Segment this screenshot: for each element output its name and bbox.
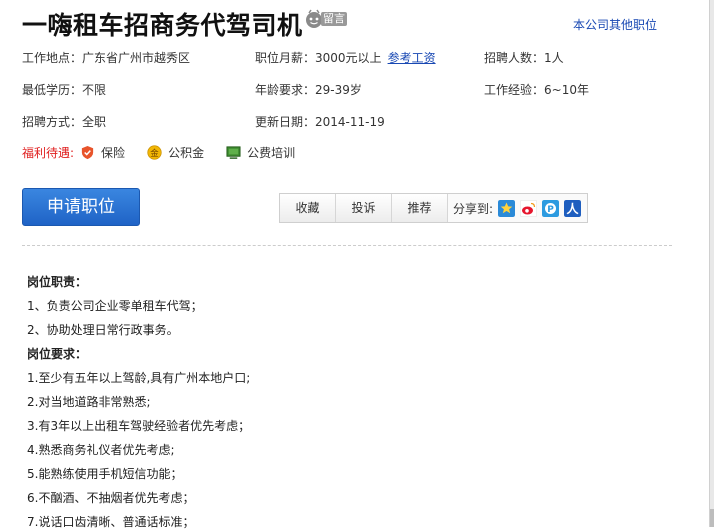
education-label: 最低学历： bbox=[22, 83, 83, 97]
description-line: 岗位要求： bbox=[27, 347, 88, 361]
age-value: 29-39岁 bbox=[315, 83, 362, 97]
age-label: 年龄要求： bbox=[255, 83, 316, 97]
description-line: 5.能熟练使用手机短信功能； bbox=[27, 467, 183, 481]
welfare-item-label: 保险 bbox=[101, 146, 126, 160]
location-field: 工作地点：广东省广州市越秀区 bbox=[22, 49, 190, 66]
complain-button[interactable]: 投诉 bbox=[336, 194, 392, 222]
section-divider bbox=[22, 245, 672, 246]
apply-button[interactable]: 申请职位 bbox=[22, 188, 140, 226]
age-field: 年龄要求：29-39岁 bbox=[255, 81, 362, 98]
description-line: 2.对当地道路非常熟悉; bbox=[27, 395, 151, 409]
headcount-field: 招聘人数：1人 bbox=[484, 49, 564, 66]
insurance-icon bbox=[81, 145, 94, 160]
employment-field: 招聘方式：全职 bbox=[22, 113, 106, 130]
scrollbar[interactable] bbox=[709, 0, 714, 527]
gold-coin-icon: 金 bbox=[147, 145, 162, 160]
share-label: 分享到: bbox=[453, 201, 494, 216]
description-line: 6.不酗酒、不抽烟者优先考虑； bbox=[27, 491, 195, 505]
action-bar: 收藏 投诉 推荐 分享到: P 人 bbox=[279, 193, 588, 223]
education-field: 最低学历：不限 bbox=[22, 81, 106, 98]
recommend-button[interactable]: 推荐 bbox=[392, 194, 448, 222]
updated-label: 更新日期： bbox=[255, 115, 316, 129]
message-button[interactable]: 留言 bbox=[304, 8, 348, 30]
headcount-label: 招聘人数： bbox=[484, 51, 545, 65]
other-positions-link[interactable]: 本公司其他职位 bbox=[573, 16, 657, 33]
weibo-share-icon[interactable] bbox=[520, 199, 538, 217]
updated-field: 更新日期：2014-11-19 bbox=[255, 113, 385, 130]
pengyou-share-icon[interactable]: P bbox=[542, 199, 560, 217]
description-line: 4.熟悉商务礼仪者优先考虑; bbox=[27, 443, 175, 457]
salary-value: 3000元以上 bbox=[315, 51, 382, 65]
scrollbar-thumb[interactable] bbox=[710, 509, 714, 527]
renren-share-icon[interactable]: 人 bbox=[564, 199, 582, 217]
education-value: 不限 bbox=[82, 83, 107, 97]
experience-value: 6~10年 bbox=[544, 83, 589, 97]
salary-label: 职位月薪： bbox=[255, 51, 316, 65]
description-line: 岗位职责： bbox=[27, 275, 88, 289]
location-label: 工作地点： bbox=[22, 51, 83, 65]
description-line: 1.至少有五年以上驾龄,具有广州本地户口; bbox=[27, 371, 251, 385]
description-line: 1、负责公司企业零单租车代驾； bbox=[27, 299, 203, 313]
welfare-row: 福利待遇: 保险 金 公积金 公费培训 bbox=[22, 144, 317, 161]
headcount-value: 1人 bbox=[544, 51, 564, 65]
job-title: 一嗨租车招商务代驾司机 bbox=[22, 11, 303, 40]
welfare-item-label: 公费培训 bbox=[247, 146, 296, 160]
training-board-icon bbox=[226, 146, 241, 159]
welfare-item-label: 公积金 bbox=[168, 146, 205, 160]
description-line: 7.说话口齿清晰、普通话标准； bbox=[27, 515, 195, 529]
welfare-item-insurance: 保险 bbox=[80, 144, 125, 161]
description-line: 2、协助处理日常行政事务。 bbox=[27, 323, 179, 337]
favorite-button[interactable]: 收藏 bbox=[280, 194, 336, 222]
svg-text:人: 人 bbox=[567, 201, 580, 216]
employment-label: 招聘方式： bbox=[22, 115, 83, 129]
qzone-share-icon[interactable] bbox=[498, 199, 516, 217]
salary-reference-link[interactable]: 参考工资 bbox=[388, 51, 436, 65]
welfare-item-training: 公费培训 bbox=[226, 144, 295, 161]
svg-text:P: P bbox=[547, 205, 554, 215]
experience-field: 工作经验：6~10年 bbox=[484, 81, 589, 98]
welfare-item-housing-fund: 金 公积金 bbox=[147, 144, 204, 161]
experience-label: 工作经验： bbox=[484, 83, 545, 97]
employment-value: 全职 bbox=[82, 115, 107, 129]
message-label: 留言 bbox=[321, 12, 347, 26]
welfare-label: 福利待遇: bbox=[22, 146, 75, 160]
salary-field: 职位月薪：3000元以上 参考工资 bbox=[255, 49, 436, 66]
updated-value: 2014-11-19 bbox=[315, 115, 385, 129]
description-line: 3.有3年以上出租车驾驶经验者优先考虑； bbox=[27, 419, 251, 433]
location-value: 广东省广州市越秀区 bbox=[82, 51, 191, 65]
svg-text:金: 金 bbox=[150, 148, 159, 158]
